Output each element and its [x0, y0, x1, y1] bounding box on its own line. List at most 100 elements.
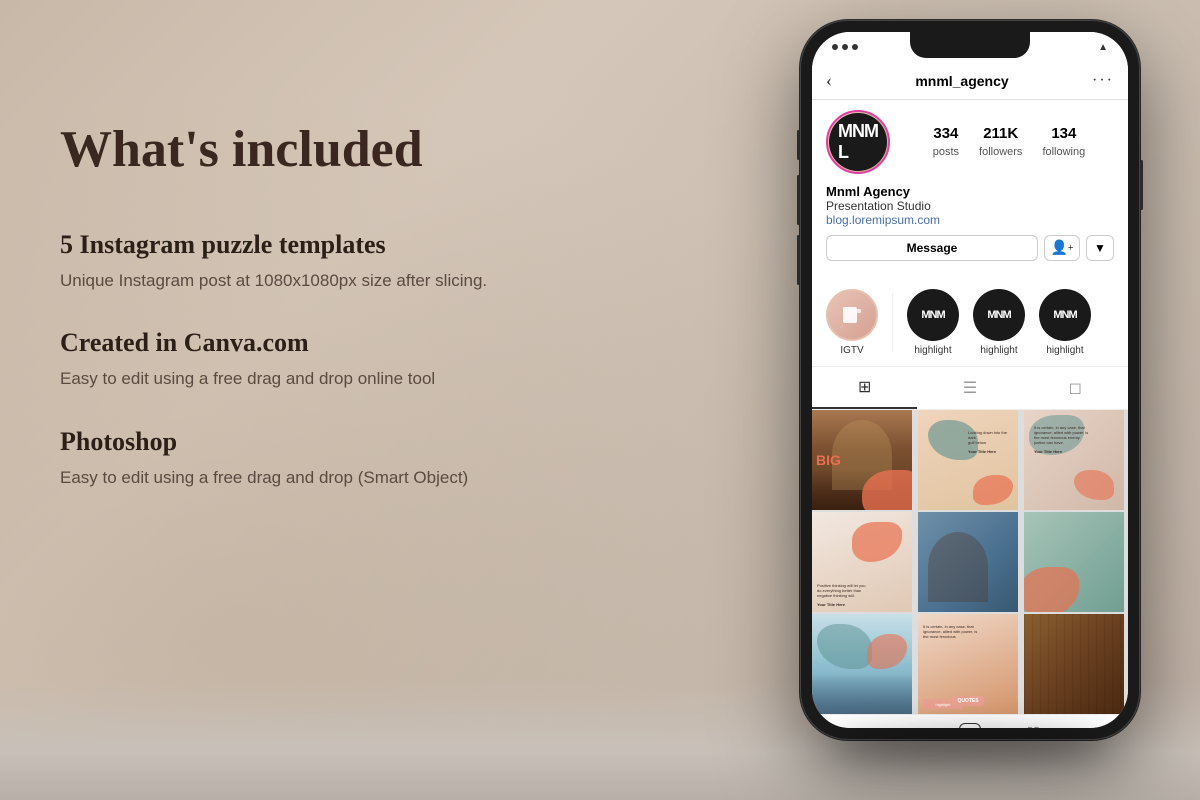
posts-tabs: ⊞ ☰ ◻ — [812, 367, 1128, 410]
nav-add-icon: + — [959, 723, 981, 728]
nav-profile[interactable]: ◉ — [1065, 723, 1128, 728]
feature-item-3: Photoshop Easy to edit using a free drag… — [60, 427, 620, 491]
follow-icon: 👤 — [1050, 240, 1067, 257]
plus-icon: + — [1068, 243, 1074, 254]
profile-bio: Presentation Studio — [826, 199, 1114, 213]
highlight-2[interactable]: MNM highlight — [973, 289, 1025, 356]
posts-stat: 334 posts — [933, 125, 959, 160]
dropdown-button[interactable]: ▼ — [1086, 235, 1114, 261]
nav-likes[interactable]: ♡ — [1002, 723, 1065, 728]
highlight-bar-text: highlight — [936, 702, 951, 707]
igtv-circle — [826, 289, 878, 341]
tab-list[interactable]: ☰ — [917, 367, 1022, 409]
post-2[interactable]: Looking down into the dark gulf below Yo… — [918, 410, 1018, 510]
post-water — [812, 674, 912, 714]
post-9[interactable] — [1024, 614, 1124, 714]
instagram-header: ‹ mnml_agency ··· — [812, 62, 1128, 100]
post-text-8c: the most ferocious — [923, 634, 1013, 639]
follow-button[interactable]: 👤 + — [1044, 235, 1080, 261]
profile-link[interactable]: blog.loremipsum.com — [826, 213, 1114, 227]
phone-mockup: ▲ ‹ mnml_agency ··· MNML — [800, 20, 1140, 740]
post-6[interactable] — [1024, 512, 1124, 612]
feature-title-2: Created in Canva.com — [60, 328, 620, 358]
post-title-4: Your Title Here — [817, 602, 865, 607]
followers-count: 211K — [979, 125, 1022, 142]
highlights-section: IGTV MNM highlight MNM highlight — [812, 279, 1128, 367]
main-heading: What's included — [60, 120, 620, 180]
post-1[interactable]: BIG — [812, 410, 912, 510]
highlight-circle-1: MNM — [907, 289, 959, 341]
highlight-circle-2: MNM — [973, 289, 1025, 341]
status-signal — [832, 44, 858, 50]
post-3[interactable]: It is certain, in any case, that ignoran… — [1024, 410, 1124, 510]
avatar-initials: MNML — [829, 113, 887, 171]
highlight-igtv[interactable]: IGTV — [826, 289, 878, 356]
nav-search[interactable]: ○ — [875, 723, 938, 728]
phone-mute-button — [797, 130, 800, 160]
posts-grid: BIG Looking down into the dark — [812, 410, 1128, 714]
following-label: following — [1042, 146, 1085, 158]
highlight-circle-3: MNM — [1039, 289, 1091, 341]
highlight-1[interactable]: MNM highlight — [907, 289, 959, 356]
left-content-area: What's included 5 Instagram puzzle templ… — [60, 120, 620, 525]
post-image-1: BIG — [812, 410, 912, 510]
bottom-nav: ⌂ ○ + ♡ ◉ — [812, 714, 1128, 728]
highlight-label-2: highlight — [980, 345, 1017, 356]
post-text-line-2: gulf below — [968, 440, 1013, 445]
post-5[interactable] — [918, 512, 1018, 612]
igtv-label: IGTV — [840, 345, 863, 356]
post-7[interactable] — [812, 614, 912, 714]
post-image-8: It is certain, in any case, that ignoran… — [918, 614, 1018, 714]
post-figure — [928, 532, 988, 602]
post-image-7 — [812, 614, 912, 714]
status-wifi: ▲ — [1098, 42, 1108, 53]
post-image-5 — [918, 512, 1018, 612]
feature-desc-1: Unique Instagram post at 1080x1080px siz… — [60, 268, 620, 294]
post-image-2: Looking down into the dark gulf below Yo… — [918, 410, 1018, 510]
post-blob-6 — [1024, 567, 1079, 612]
post-text-4: Positive thinking will let you do everyt… — [817, 583, 865, 607]
following-count: 134 — [1042, 125, 1085, 142]
more-options-button[interactable]: ··· — [1092, 72, 1114, 90]
post-pattern-9 — [1024, 614, 1124, 714]
post-title-here: Your Title Here — [968, 449, 1013, 454]
phone-power-button — [1140, 160, 1143, 210]
profile-username: mnml_agency — [915, 73, 1008, 89]
post-text-8: It is certain, in any case, that ignoran… — [923, 624, 1013, 639]
signal-dot-3 — [852, 44, 858, 50]
phone-notch — [910, 32, 1030, 58]
feature-title-1: 5 Instagram puzzle templates — [60, 230, 620, 260]
post-8[interactable]: It is certain, in any case, that ignoran… — [918, 614, 1018, 714]
post-text-line-1: Looking down into the dark — [968, 430, 1013, 440]
igtv-icon — [840, 303, 864, 327]
post-image-9 — [1024, 614, 1124, 714]
phone-screen: ▲ ‹ mnml_agency ··· MNML — [812, 32, 1128, 728]
highlight-3[interactable]: MNM highlight — [1039, 289, 1091, 356]
profile-avatar[interactable]: MNML — [826, 110, 890, 174]
signal-dot-1 — [832, 44, 838, 50]
message-button[interactable]: Message — [826, 235, 1038, 261]
following-stat: 134 following — [1042, 125, 1085, 160]
phone-shadow — [830, 730, 1110, 760]
post-4[interactable]: Positive thinking will let you do everyt… — [812, 512, 912, 612]
feature-item-2: Created in Canva.com Easy to edit using … — [60, 328, 620, 392]
post-title-3: Your Title Here — [1034, 449, 1114, 454]
tab-tagged[interactable]: ◻ — [1023, 367, 1128, 409]
followers-label: followers — [979, 146, 1022, 158]
posts-label: posts — [933, 146, 959, 158]
nav-add[interactable]: + — [938, 723, 1001, 728]
back-button[interactable]: ‹ — [826, 70, 832, 91]
feature-desc-3: Easy to edit using a free drag and drop … — [60, 465, 620, 491]
profile-stats: 334 posts 211K followers 134 following — [904, 125, 1114, 160]
post-image-6 — [1024, 512, 1124, 612]
feature-title-3: Photoshop — [60, 427, 620, 457]
feature-item-1: 5 Instagram puzzle templates Unique Inst… — [60, 230, 620, 294]
nav-home[interactable]: ⌂ — [812, 723, 875, 728]
tab-grid[interactable]: ⊞ — [812, 367, 917, 409]
posts-count: 334 — [933, 125, 959, 142]
phone-volume-up-button — [797, 175, 800, 225]
instagram-scroll-area[interactable]: ‹ mnml_agency ··· MNML 334 — [812, 62, 1128, 728]
highlight-label-3: highlight — [1046, 345, 1083, 356]
post-image-4: Positive thinking will let you do everyt… — [812, 512, 912, 612]
big-text-overlay: BIG — [816, 453, 841, 467]
